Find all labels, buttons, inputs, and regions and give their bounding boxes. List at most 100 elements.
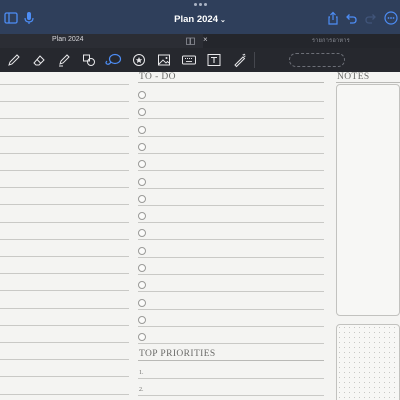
todo-checkbox[interactable] <box>138 194 146 203</box>
todo-checkbox[interactable] <box>138 108 146 117</box>
todo-item[interactable] <box>138 226 324 243</box>
notes-heading-rule <box>336 82 400 83</box>
todo-checkbox[interactable] <box>138 264 146 272</box>
ruled-line <box>0 221 129 223</box>
ruled-line <box>0 273 129 275</box>
ruled-line <box>0 324 129 326</box>
lasso-tool-icon[interactable] <box>104 52 122 68</box>
todo-item[interactable] <box>138 140 324 157</box>
title-bar: Plan 2024 ⌄ <box>0 0 400 34</box>
todo-checkbox[interactable] <box>138 212 146 221</box>
tab-plan-2024[interactable]: Plan 2024 <box>0 34 203 48</box>
priority-number-2: 2. <box>139 387 144 393</box>
todo-item[interactable] <box>138 209 324 226</box>
todo-rule <box>138 343 324 345</box>
todo-item[interactable] <box>138 244 324 261</box>
keyboard-tool-icon[interactable] <box>181 52 197 68</box>
chevron-down-icon: ⌄ <box>219 17 226 24</box>
todo-item[interactable] <box>138 192 324 209</box>
todo-item[interactable] <box>138 313 324 330</box>
color-selector-placeholder[interactable] <box>289 53 345 67</box>
ruled-line <box>0 152 129 154</box>
notes-box[interactable] <box>336 84 400 316</box>
todo-rule <box>138 256 324 258</box>
priorities-heading-rule <box>138 360 324 361</box>
todo-rule <box>138 325 324 327</box>
planner-page[interactable]: TO - DO TOP PRIORITIES 1. 2. NOTES <box>0 72 400 400</box>
todo-checkbox[interactable] <box>138 281 146 290</box>
undo-icon[interactable] <box>344 11 358 25</box>
todo-checkbox[interactable] <box>138 246 146 255</box>
document-title[interactable]: Plan 2024 ⌄ <box>0 14 400 25</box>
todo-item[interactable] <box>138 175 324 192</box>
eraser-tool-icon[interactable] <box>31 52 47 68</box>
todo-rule <box>138 274 324 275</box>
more-icon[interactable] <box>384 11 398 25</box>
redo-icon[interactable] <box>364 11 378 25</box>
ruled-line <box>0 307 129 309</box>
ruled-line <box>0 118 129 120</box>
todo-checkbox[interactable] <box>138 160 146 169</box>
laser-pointer-tool-icon[interactable] <box>231 52 247 68</box>
todo-rule <box>138 170 324 172</box>
left-lined-column <box>0 72 129 400</box>
todo-rule <box>138 135 324 137</box>
todo-checkbox[interactable] <box>138 177 146 186</box>
ruled-line <box>0 290 129 292</box>
ruled-line <box>0 170 129 171</box>
todo-rule <box>138 308 324 310</box>
tab-close-button[interactable]: × <box>203 35 208 44</box>
book-icon <box>186 37 195 45</box>
ruled-line <box>0 238 129 240</box>
todo-item[interactable] <box>138 123 324 140</box>
priority-number-1: 1. <box>139 370 144 376</box>
todo-checkbox[interactable] <box>138 142 146 151</box>
ruled-line <box>0 256 129 257</box>
todo-item[interactable] <box>138 296 324 313</box>
todo-item[interactable] <box>138 88 324 105</box>
text-tool-icon[interactable] <box>206 52 222 68</box>
shapes-tool-icon[interactable] <box>81 52 97 68</box>
todo-item[interactable] <box>138 105 324 122</box>
todo-checkbox[interactable] <box>138 91 146 99</box>
todo-checkbox[interactable] <box>138 125 146 134</box>
todo-rule <box>138 204 324 206</box>
todo-heading: TO - DO <box>139 72 176 82</box>
todo-rule <box>138 101 324 102</box>
tab-food-list[interactable]: รายการอาหาร <box>312 37 350 45</box>
highlighter-tool-icon[interactable] <box>56 52 72 68</box>
todo-checkbox[interactable] <box>138 229 146 238</box>
tab-bar: Plan 2024 × รายการอาหาร <box>0 34 400 48</box>
dotted-notes-box[interactable] <box>336 324 400 400</box>
share-icon[interactable] <box>326 11 340 25</box>
todo-checkbox[interactable] <box>138 315 146 324</box>
todo-rule <box>138 291 324 293</box>
todo-rule <box>138 239 324 241</box>
tab-label: Plan 2024 <box>52 36 84 43</box>
ruled-line <box>0 84 129 85</box>
image-tool-icon[interactable] <box>156 52 172 68</box>
todo-heading-rule <box>138 82 324 83</box>
todo-item[interactable] <box>138 261 324 278</box>
ruled-line <box>0 393 129 395</box>
sticker-tool-icon[interactable] <box>131 52 147 68</box>
ruled-line <box>0 135 129 137</box>
todo-item[interactable] <box>138 157 324 174</box>
multitasking-dots-icon[interactable] <box>194 3 207 6</box>
ruled-line <box>0 187 129 189</box>
ruled-line <box>0 359 129 361</box>
todo-rule <box>138 152 324 154</box>
todo-item[interactable] <box>138 330 324 347</box>
ruled-line <box>0 342 129 343</box>
toolbar-divider <box>254 52 255 68</box>
todo-checkbox[interactable] <box>138 333 146 342</box>
todo-rule <box>138 222 324 224</box>
ruled-line <box>0 204 129 206</box>
todo-rule <box>138 187 324 189</box>
document-title-label: Plan 2024 <box>174 14 218 25</box>
todo-checkbox[interactable] <box>138 298 146 307</box>
priority-rule-2 <box>138 395 324 396</box>
ruled-line <box>0 101 129 103</box>
pen-tool-icon[interactable] <box>6 52 22 68</box>
todo-item[interactable] <box>138 278 324 295</box>
